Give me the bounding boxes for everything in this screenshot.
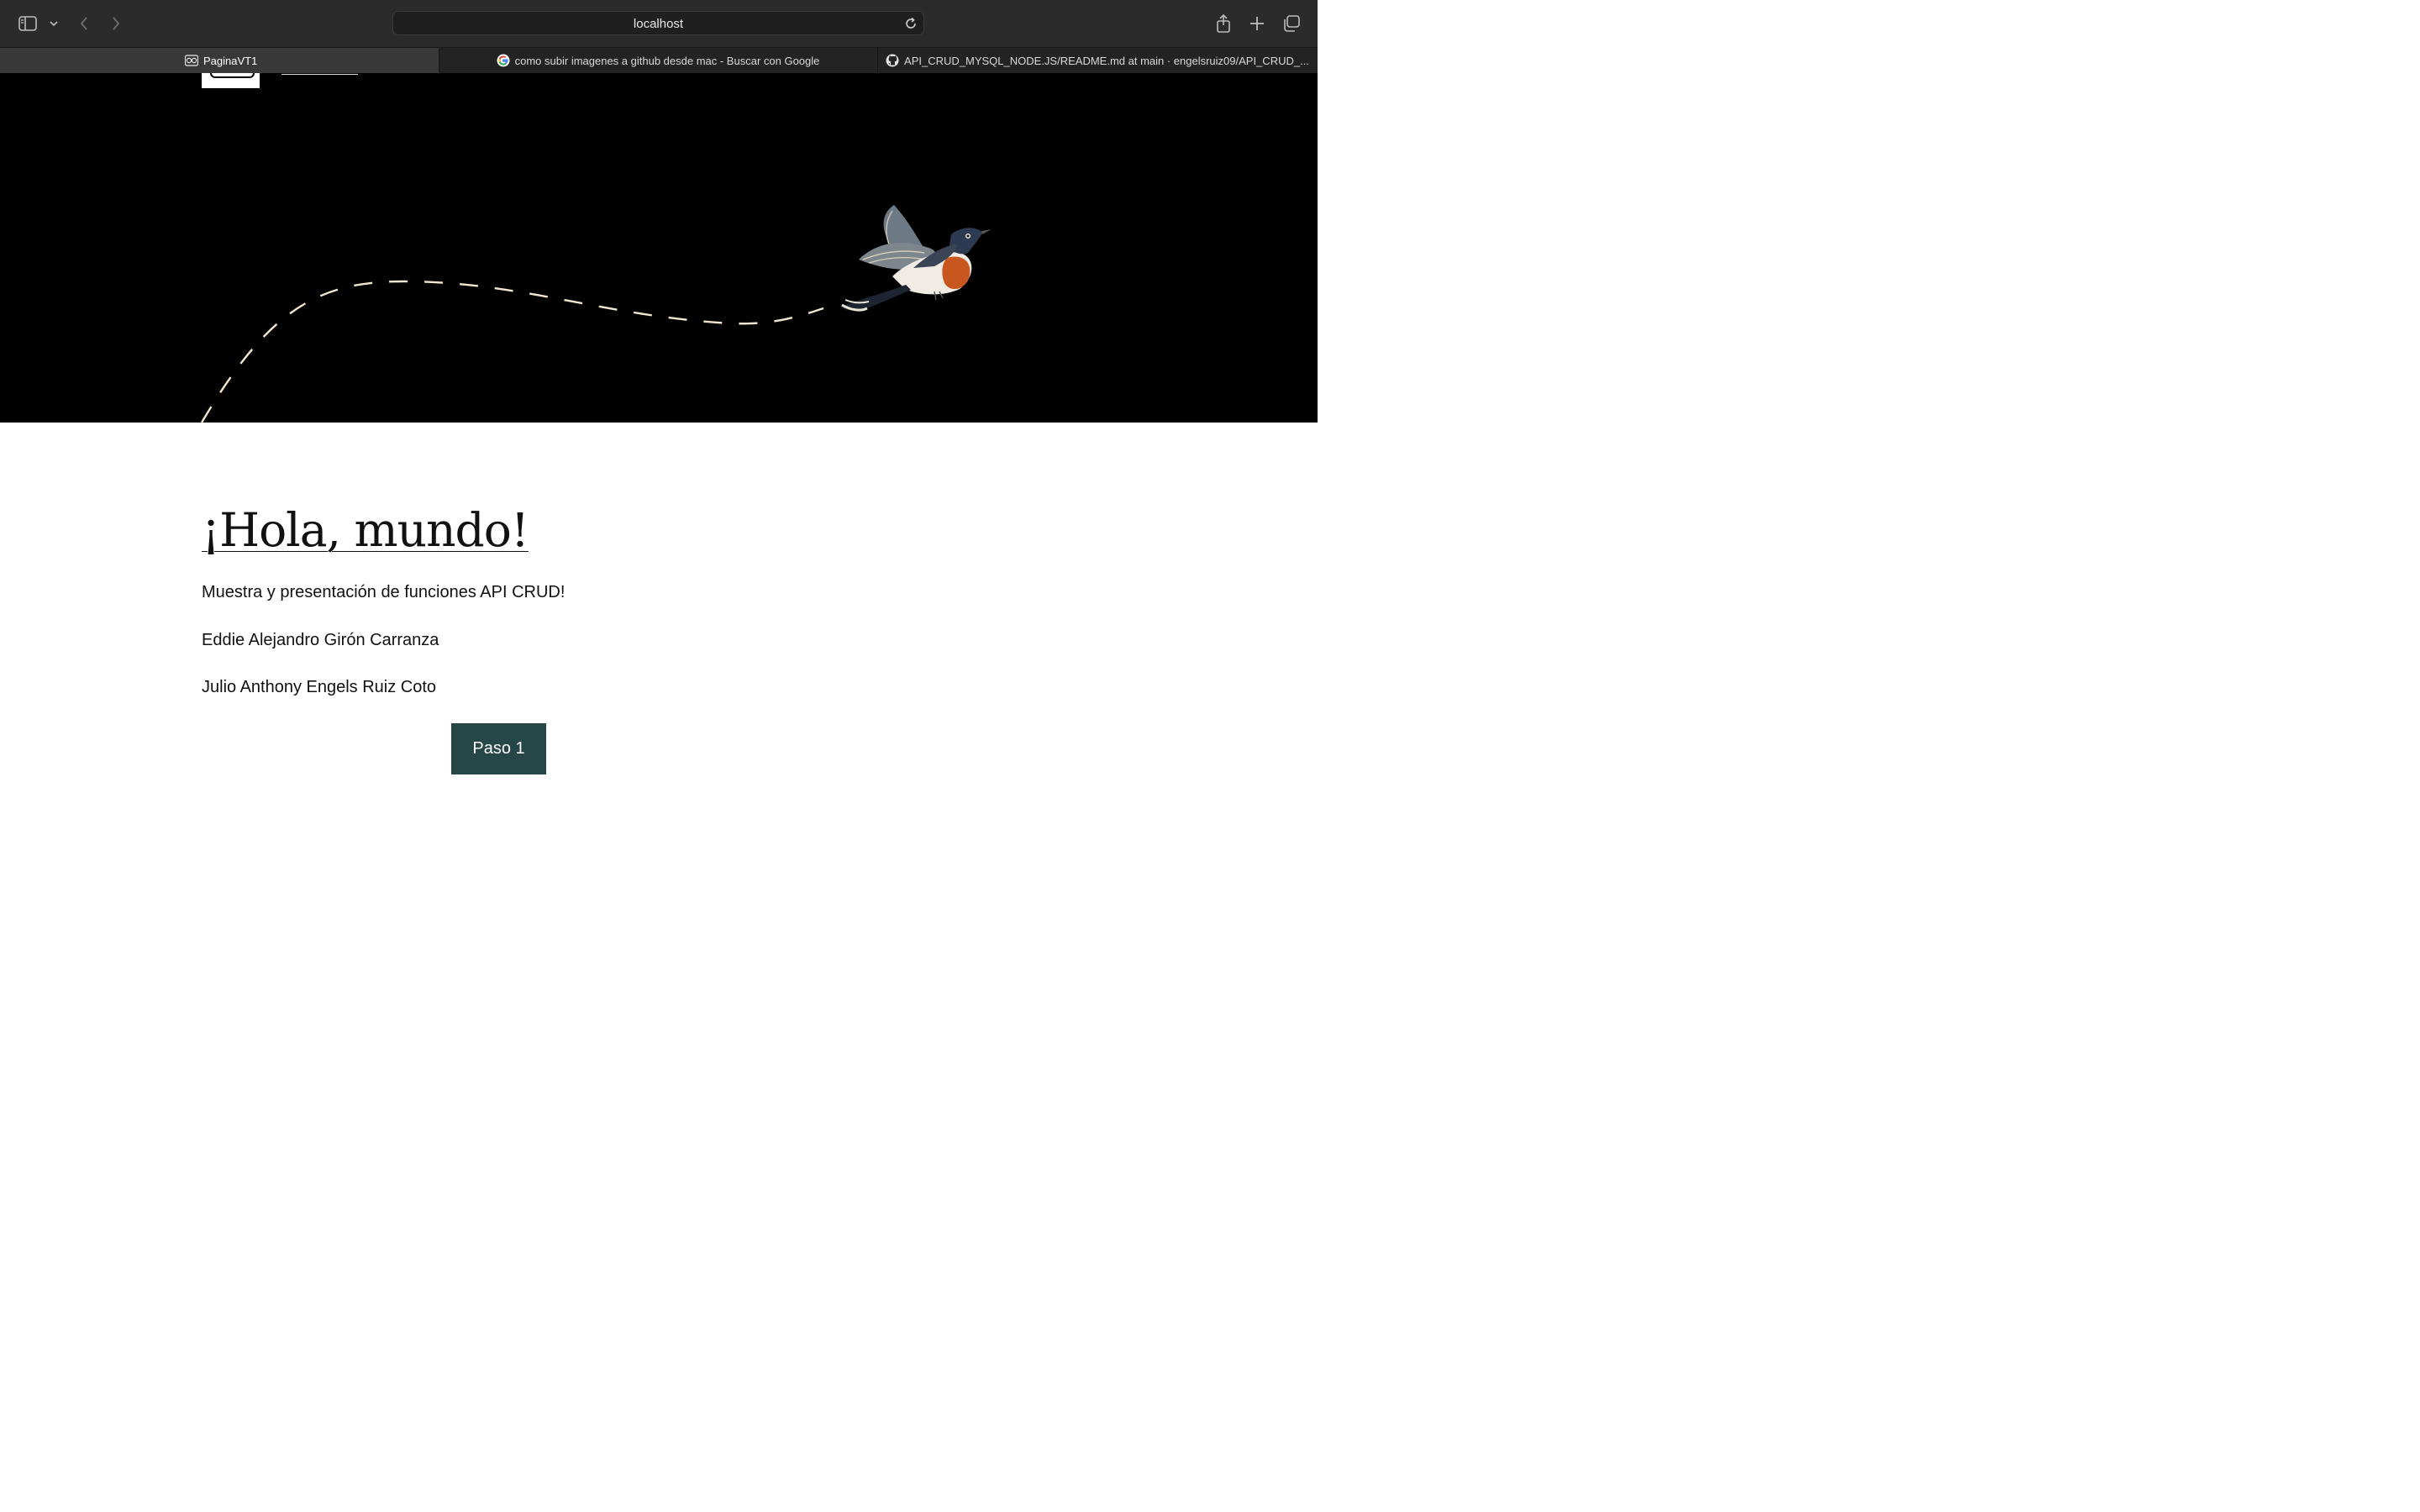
author-2: Julio Anthony Engels Ruiz Coto: [202, 678, 437, 696]
forward-icon[interactable]: [104, 12, 128, 35]
tab-google-search[interactable]: como subir imagenes a github desde mac -…: [439, 48, 877, 73]
chevron-down-icon[interactable]: [42, 12, 66, 35]
sidebar-toggle-icon[interactable]: [16, 12, 39, 35]
browser-toolbar: localhost: [0, 0, 1318, 48]
tab-separator: [877, 48, 878, 73]
flight-path: [200, 280, 824, 423]
author-1: Eddie Alejandro Girón Carranza: [202, 631, 439, 649]
address-url[interactable]: localhost: [393, 17, 923, 31]
tab-overview-icon[interactable]: [1280, 12, 1303, 35]
tab-bar: PaginaVT1 como subir imagenes a github d…: [0, 48, 1318, 73]
hummingbird-icon: [840, 205, 992, 312]
page-subtitle: Muestra y presentación de funciones API …: [202, 583, 566, 601]
tab-github-readme[interactable]: API_CRUD_MYSQL_NODE.JS/README.md at main…: [877, 48, 1318, 73]
tab-paginavt1[interactable]: PaginaVT1: [0, 48, 439, 73]
paso-1-button[interactable]: Paso 1: [451, 723, 546, 774]
reload-icon[interactable]: [903, 16, 918, 31]
share-icon[interactable]: [1212, 12, 1235, 35]
github-favicon-icon: [886, 54, 899, 67]
tab-title: API_CRUD_MYSQL_NODE.JS/README.md at main…: [904, 54, 1309, 67]
hero-section: [0, 73, 1318, 423]
google-favicon-icon: [497, 54, 510, 67]
tab-title: como subir imagenes a github desde mac -…: [514, 54, 820, 67]
new-tab-icon[interactable]: [1245, 12, 1269, 35]
address-bar[interactable]: localhost: [392, 11, 924, 35]
tab-title: PaginaVT1: [203, 54, 258, 67]
back-icon[interactable]: [72, 12, 96, 35]
site-favicon-icon: [184, 54, 199, 67]
page-title[interactable]: ¡Hola, mundo!: [202, 503, 529, 557]
